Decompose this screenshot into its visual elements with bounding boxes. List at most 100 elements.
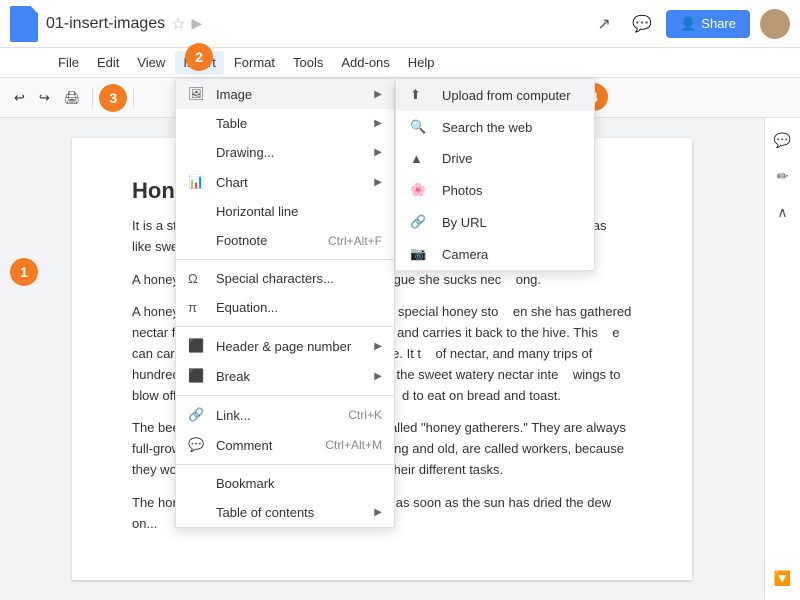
image-camera[interactable]: 📷 Camera — [396, 238, 594, 270]
image-arrow-icon: ▶ — [374, 89, 382, 100]
insert-toc-label: Table of contents — [216, 505, 368, 520]
menu-sep-2 — [176, 326, 394, 327]
insert-menu-toc[interactable]: Table of contents ▶ — [176, 498, 394, 527]
insert-table-label: Table — [216, 116, 368, 131]
drawing-arrow-icon: ▶ — [374, 147, 382, 158]
insert-drawing-label: Drawing... — [216, 145, 368, 160]
redo-button[interactable]: ↪ — [33, 86, 56, 110]
url-icon: 🔗 — [410, 214, 432, 230]
insert-bookmark-label: Bookmark — [216, 476, 382, 491]
search-icon: 🔍 — [410, 119, 432, 135]
folder-icon[interactable]: ▶ — [192, 15, 203, 32]
chart-menu-icon: 📊 — [188, 174, 208, 190]
scroll-down-button[interactable]: 🔽 — [769, 564, 797, 592]
share-button[interactable]: 👤 Share — [666, 10, 750, 38]
top-right-actions: ↗ 💬 👤 Share — [590, 9, 790, 39]
insert-break-label: Break — [216, 369, 368, 384]
upload-computer-label: Upload from computer — [442, 88, 571, 103]
edit-icon[interactable]: ✏ — [769, 162, 797, 190]
camera-icon: 📷 — [410, 246, 432, 262]
insert-menu-link[interactable]: 🔗 Link... Ctrl+K — [176, 400, 394, 430]
insert-equation-label: Equation... — [216, 300, 382, 315]
menu-edit[interactable]: Edit — [89, 51, 127, 74]
footnote-shortcut: Ctrl+Alt+F — [328, 234, 382, 248]
insert-menu-image[interactable]: 🖼 Image ▶ — [176, 79, 394, 109]
insert-special-chars-label: Special characters... — [216, 271, 382, 286]
image-drive[interactable]: ▲ Drive — [396, 143, 594, 174]
menu-view[interactable]: View — [129, 51, 173, 74]
toolbar-separator-2 — [133, 88, 134, 108]
menu-help[interactable]: Help — [400, 51, 443, 74]
menu-file[interactable]: File — [50, 51, 87, 74]
comment-menu-icon: 💬 — [188, 437, 208, 453]
menu-sep-3 — [176, 395, 394, 396]
toc-arrow-icon: ▶ — [374, 507, 382, 518]
document-title: 01-insert-images — [46, 15, 165, 33]
camera-label: Camera — [442, 247, 488, 262]
image-search-web[interactable]: 🔍 Search the web — [396, 111, 594, 143]
insert-link-label: Link... — [216, 408, 348, 423]
chat-icon[interactable]: 💬 — [628, 10, 656, 38]
insert-menu-dropdown: 🖼 Image ▶ Table ▶ Drawing... ▶ 📊 Chart ▶… — [175, 78, 395, 528]
trending-icon[interactable]: ↗ — [590, 10, 618, 38]
top-bar: 01-insert-images ☆ ▶ ↗ 💬 👤 Share — [0, 0, 800, 48]
image-url[interactable]: 🔗 By URL — [396, 206, 594, 238]
insert-comment-label: Comment — [216, 438, 325, 453]
insert-menu-footnote[interactable]: Footnote Ctrl+Alt+F — [176, 226, 394, 255]
menu-bar: File Edit View Insert Format Tools Add-o… — [0, 48, 800, 78]
menu-addons[interactable]: Add-ons — [333, 51, 397, 74]
insert-menu-special-chars[interactable]: Ω Special characters... — [176, 264, 394, 293]
url-label: By URL — [442, 215, 487, 230]
right-sidebar: 💬 ✏ ∧ 🔽 — [764, 118, 800, 600]
link-shortcut: Ctrl+K — [348, 408, 382, 422]
insert-menu-header[interactable]: ⬛ Header & page number ▶ — [176, 331, 394, 361]
menu-tools[interactable]: Tools — [285, 51, 331, 74]
comment-icon[interactable]: 💬 — [769, 126, 797, 154]
equation-menu-icon: π — [188, 300, 208, 315]
menu-format[interactable]: Format — [226, 51, 283, 74]
upload-icon: ⬆ — [410, 87, 432, 103]
insert-hline-label: Horizontal line — [216, 204, 382, 219]
table-arrow-icon: ▶ — [374, 118, 382, 129]
photos-icon: 🌸 — [410, 182, 432, 198]
undo-button[interactable]: ↩ — [8, 86, 31, 110]
share-icon: 👤 — [680, 16, 696, 32]
avatar[interactable] — [760, 9, 790, 39]
insert-header-label: Header & page number — [216, 339, 368, 354]
menu-sep-1 — [176, 259, 394, 260]
insert-menu-chart[interactable]: 📊 Chart ▶ — [176, 167, 394, 197]
toolbar-separator-1 — [92, 88, 93, 108]
insert-menu-drawing[interactable]: Drawing... ▶ — [176, 138, 394, 167]
insert-menu-comment[interactable]: 💬 Comment Ctrl+Alt+M — [176, 430, 394, 460]
print-button[interactable]: 🖨 — [58, 86, 87, 110]
header-arrow-icon: ▶ — [374, 341, 382, 352]
insert-menu-equation[interactable]: π Equation... — [176, 293, 394, 322]
comment-shortcut: Ctrl+Alt+M — [325, 438, 382, 452]
star-icon[interactable]: ☆ — [171, 14, 185, 34]
chevron-up-icon[interactable]: ∧ — [769, 198, 797, 226]
insert-image-label: Image — [216, 87, 368, 102]
badge-1: 1 — [10, 258, 38, 286]
badge-2: 2 — [185, 43, 213, 71]
google-docs-icon — [10, 6, 38, 42]
menu-sep-4 — [176, 464, 394, 465]
photos-label: Photos — [442, 183, 482, 198]
insert-menu-bookmark[interactable]: Bookmark — [176, 469, 394, 498]
chart-arrow-icon: ▶ — [374, 177, 382, 188]
image-upload-computer[interactable]: ⬆ Upload from computer — [396, 79, 594, 111]
search-web-label: Search the web — [442, 120, 532, 135]
header-menu-icon: ⬛ — [188, 338, 208, 354]
drive-icon: ▲ — [410, 151, 432, 166]
special-chars-icon: Ω — [188, 271, 208, 286]
link-menu-icon: 🔗 — [188, 407, 208, 423]
drive-label: Drive — [442, 151, 472, 166]
break-menu-icon: ⬛ — [188, 368, 208, 384]
image-submenu: ⬆ Upload from computer 🔍 Search the web … — [395, 78, 595, 271]
break-arrow-icon: ▶ — [374, 371, 382, 382]
insert-menu-hline[interactable]: Horizontal line — [176, 197, 394, 226]
image-photos[interactable]: 🌸 Photos — [396, 174, 594, 206]
insert-chart-label: Chart — [216, 175, 368, 190]
document-title-area: 01-insert-images ☆ ▶ — [46, 14, 590, 34]
insert-menu-table[interactable]: Table ▶ — [176, 109, 394, 138]
insert-menu-break[interactable]: ⬛ Break ▶ — [176, 361, 394, 391]
